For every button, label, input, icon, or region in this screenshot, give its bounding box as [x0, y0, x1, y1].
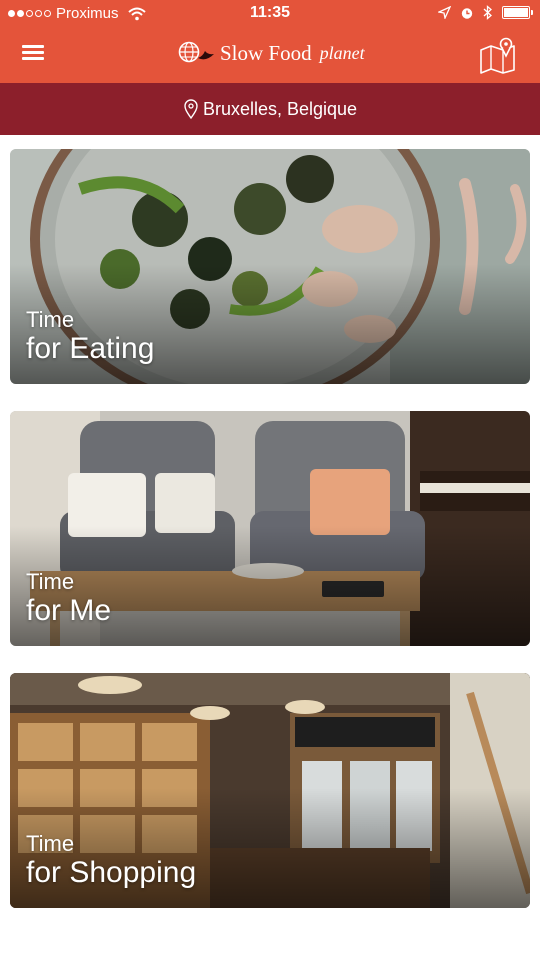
- globe-snail-icon: [178, 41, 214, 63]
- app-header: Slow Food planet: [0, 28, 540, 83]
- card-time-for-eating[interactable]: Time for Eating: [10, 149, 530, 384]
- card-title: Time for Me: [26, 571, 111, 626]
- card-title-line2: for Eating: [26, 332, 155, 365]
- location-label: Bruxelles, Belgique: [202, 98, 358, 119]
- card-title-line1: Time: [26, 307, 75, 332]
- logo-text: Slow Food: [220, 40, 312, 65]
- hamburger-icon: [22, 45, 44, 48]
- card-title-line2: for Shopping: [26, 856, 197, 889]
- alarm-icon: [461, 7, 473, 19]
- app-logo: Slow Food planet: [178, 40, 365, 66]
- card-title: Time for Eating: [26, 309, 154, 364]
- battery-icon: [502, 6, 533, 19]
- map-pin-icon: [480, 37, 515, 74]
- card-title-line1: Time: [26, 831, 75, 856]
- card-title: Time for Shopping: [26, 833, 196, 888]
- status-right: [438, 5, 533, 20]
- bluetooth-icon: [483, 5, 492, 20]
- menu-button[interactable]: [18, 42, 54, 70]
- card-title-line2: for Me: [26, 594, 112, 627]
- card-time-for-me[interactable]: Time for Me: [10, 411, 530, 646]
- logo-suffix: planet: [319, 42, 365, 63]
- location-selector[interactable]: Bruxelles, Belgique: [0, 83, 540, 135]
- card-title-line1: Time: [26, 569, 75, 594]
- status-bar: Proximus 11:35: [0, 0, 540, 28]
- location-pin-icon: [184, 99, 198, 119]
- card-time-for-shopping[interactable]: Time for Shopping: [10, 673, 530, 908]
- map-button[interactable]: [478, 36, 518, 74]
- location-arrow-icon: [438, 6, 451, 19]
